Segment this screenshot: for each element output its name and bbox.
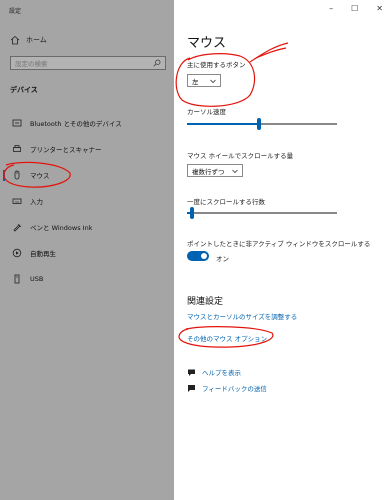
chevron-down-icon xyxy=(232,169,238,174)
autoplay-icon xyxy=(12,248,22,258)
give-feedback-label: フィードバックの送信 xyxy=(202,385,267,393)
sidebar: 設定 ホーム デバイス Bluetooth とその他のデバイス xyxy=(0,0,174,500)
inactive-scroll-label: ポイントしたときに非アクティブ ウィンドウをスクロールする xyxy=(187,240,371,248)
lines-scroll-slider[interactable] xyxy=(187,207,337,219)
search-icon[interactable] xyxy=(153,59,161,67)
slider-thumb[interactable] xyxy=(257,118,261,130)
sidebar-item-label: 入力 xyxy=(30,198,43,206)
slider-track xyxy=(187,212,337,214)
wheel-scroll-value: 複数行ずつ xyxy=(192,167,225,176)
window-controls: – ☐ ✕ xyxy=(329,4,383,13)
sidebar-item-label: ペンと Windows Ink xyxy=(30,224,93,232)
get-help-link[interactable]: ヘルプを表示 xyxy=(187,367,241,377)
wheel-scroll-label: マウス ホイールでスクロールする量 xyxy=(187,152,294,160)
usb-icon xyxy=(12,274,22,284)
related-settings-title: 関連設定 xyxy=(187,297,224,307)
slider-fill xyxy=(187,123,257,125)
give-feedback-link[interactable]: フィードバックの送信 xyxy=(187,383,267,393)
sidebar-item-bluetooth[interactable]: Bluetooth とその他のデバイス xyxy=(0,110,174,136)
slider-thumb[interactable] xyxy=(190,207,194,219)
settings-window: 設定 ホーム デバイス Bluetooth とその他のデバイス xyxy=(0,0,389,500)
app-title: 設定 xyxy=(9,8,22,15)
help-chat-icon xyxy=(188,369,195,376)
annotation-circle-mouse-options xyxy=(178,326,274,348)
printer-icon xyxy=(12,144,22,154)
device-nav: Bluetooth とその他のデバイス プリンターとスキャナー マウス 入力 ペ… xyxy=(0,110,174,292)
close-button[interactable]: ✕ xyxy=(376,4,383,13)
section-title: デバイス xyxy=(10,86,38,94)
home-link[interactable]: ホーム xyxy=(10,35,47,45)
annotation-circle-primary-button xyxy=(175,42,289,107)
minimize-button[interactable]: – xyxy=(329,4,333,13)
sidebar-item-label: Bluetooth とその他のデバイス xyxy=(30,120,122,128)
home-icon xyxy=(10,35,20,45)
keyboard-icon xyxy=(12,196,22,206)
cursor-speed-slider[interactable] xyxy=(187,118,337,130)
maximize-button[interactable]: ☐ xyxy=(351,4,358,13)
feedback-icon xyxy=(188,384,195,392)
sidebar-item-autoplay[interactable]: 自動再生 xyxy=(0,240,174,266)
sidebar-item-pen[interactable]: ペンと Windows Ink xyxy=(0,214,174,240)
cursor-speed-label: カーソル速度 xyxy=(187,108,226,116)
sidebar-item-printers[interactable]: プリンターとスキャナー xyxy=(0,136,174,162)
cursor-size-link[interactable]: マウスとカーソルのサイズを調整する xyxy=(187,311,297,321)
sidebar-item-label: 自動再生 xyxy=(30,250,56,258)
inactive-scroll-toggle[interactable] xyxy=(187,251,209,261)
wheel-scroll-dropdown[interactable]: 複数行ずつ xyxy=(187,164,243,177)
toggle-knob xyxy=(201,253,207,259)
search-input[interactable] xyxy=(15,59,145,68)
sidebar-item-usb[interactable]: USB xyxy=(0,266,174,292)
annotation-circle-mouse xyxy=(3,161,71,188)
lines-scroll-label: 一度にスクロールする行数 xyxy=(187,198,265,206)
search-box[interactable] xyxy=(10,56,166,70)
sidebar-item-label: USB xyxy=(30,275,44,283)
pen-icon xyxy=(12,222,22,232)
bluetooth-icon xyxy=(12,118,22,128)
sidebar-item-label: プリンターとスキャナー xyxy=(30,146,102,154)
toggle-state: オン xyxy=(216,255,229,263)
home-label: ホーム xyxy=(26,36,47,44)
get-help-label: ヘルプを表示 xyxy=(202,369,241,377)
sidebar-item-typing[interactable]: 入力 xyxy=(0,188,174,214)
